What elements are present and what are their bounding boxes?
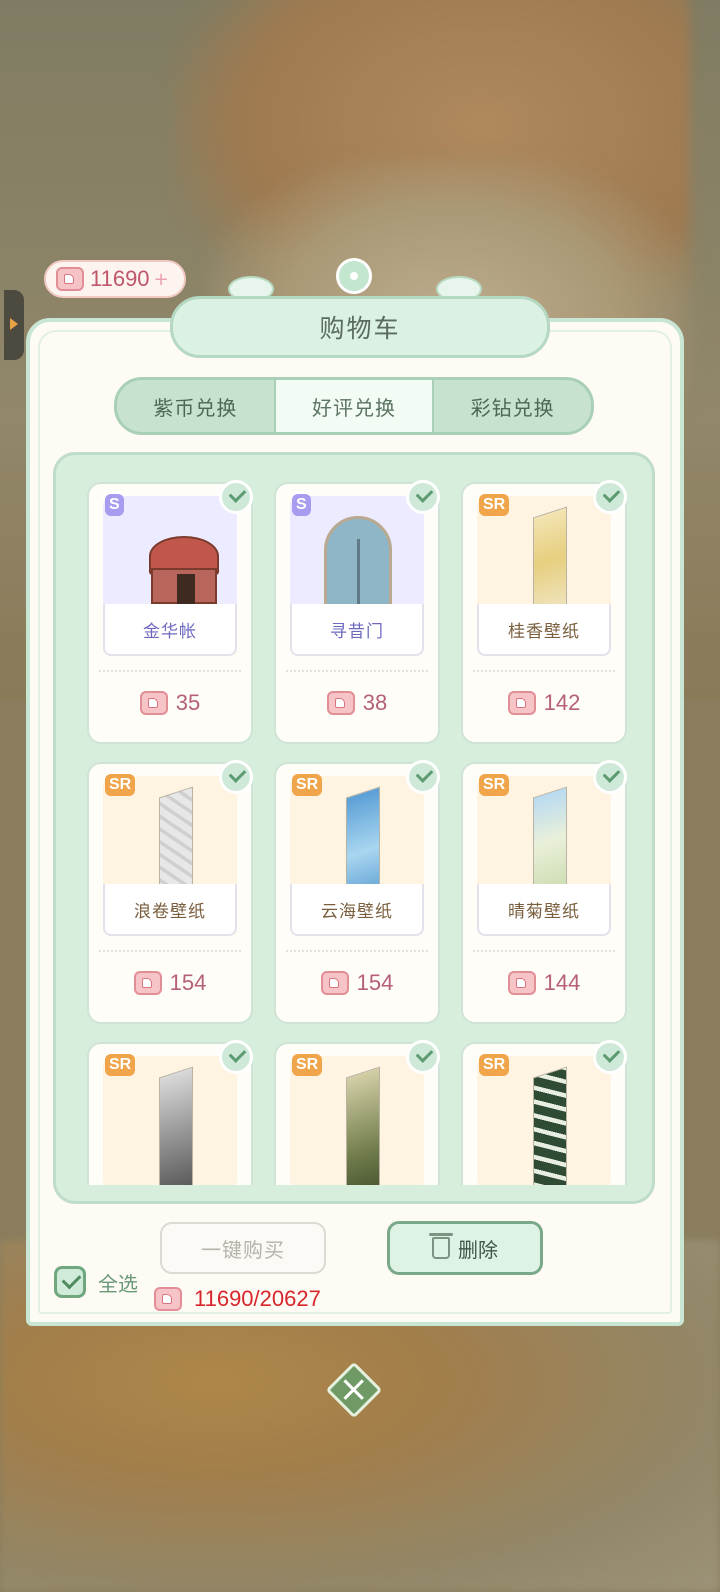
check-icon[interactable] [593, 760, 627, 794]
price-value: 142 [543, 690, 581, 715]
select-all-label: 全选 [98, 1271, 138, 1296]
check-icon[interactable] [406, 480, 440, 514]
rarity-badge: S [292, 494, 311, 516]
thumbs-up-icon [507, 971, 536, 995]
checkbox-checked-icon[interactable] [54, 1266, 86, 1298]
item-price: 154 [89, 970, 251, 996]
wallpaper-art [159, 1066, 193, 1185]
thumbs-up-icon [320, 971, 349, 995]
item-price: 144 [463, 970, 625, 996]
check-icon[interactable] [406, 1040, 440, 1074]
item-card[interactable]: SR [87, 1040, 253, 1185]
thumbs-up-icon [326, 691, 355, 715]
item-name: 晴菊壁纸 [508, 901, 580, 922]
select-all-checkbox[interactable]: 全选 [54, 1266, 138, 1298]
item-card[interactable]: 桂香壁纸 SR 142 [461, 480, 627, 744]
budget-value: 11690/20627 [194, 1286, 321, 1311]
price-value: 154 [356, 970, 394, 995]
delete-label: 删除 [458, 1237, 498, 1262]
rarity-badge: SR [479, 494, 510, 516]
item-card[interactable]: 晴菊壁纸 SR 144 [461, 760, 627, 1024]
wallpaper-art [346, 1066, 380, 1185]
price-value: 154 [169, 970, 207, 995]
item-card[interactable]: SR [461, 1040, 627, 1185]
rarity-badge: SR [479, 1054, 510, 1076]
price-value: 144 [543, 970, 581, 995]
thumbs-up-icon [133, 971, 162, 995]
thumbs-up-icon [139, 691, 168, 715]
item-price: 154 [276, 970, 438, 996]
page-title: 购物车 [319, 314, 401, 343]
item-card[interactable]: 金华帐 S 35 [87, 480, 253, 744]
tab-diamond[interactable]: 彩钻兑换 [434, 380, 591, 432]
item-name: 金华帐 [143, 621, 197, 642]
buy-all-button[interactable]: 一键购买 [160, 1222, 326, 1274]
side-expand-tab[interactable] [4, 290, 24, 360]
rarity-badge: SR [479, 774, 510, 796]
item-price: 38 [276, 690, 438, 716]
budget-display: 11690/20627 [154, 1286, 321, 1312]
wallpaper-art [533, 1066, 567, 1185]
rarity-badge: S [105, 494, 124, 516]
item-price: 35 [89, 690, 251, 716]
exchange-tabs: 紫币兑换 好评兑换 彩钻兑换 [114, 377, 594, 435]
trash-icon [429, 1233, 453, 1259]
item-card[interactable]: 云海壁纸 SR 154 [274, 760, 440, 1024]
delete-button[interactable]: 删除 [387, 1221, 543, 1275]
check-icon[interactable] [219, 760, 253, 794]
tent-art [133, 526, 233, 606]
check-icon[interactable] [219, 480, 253, 514]
item-card[interactable]: 浪卷壁纸 SR 154 [87, 760, 253, 1024]
item-card[interactable]: 寻昔门 S 38 [274, 480, 440, 744]
check-icon[interactable] [219, 1040, 253, 1074]
flower-ornament-icon [336, 258, 372, 294]
thumbs-up-icon [56, 267, 84, 291]
rarity-badge: SR [292, 774, 323, 796]
item-name: 寻昔门 [330, 621, 384, 642]
check-icon[interactable] [593, 480, 627, 514]
check-icon[interactable] [593, 1040, 627, 1074]
check-icon[interactable] [406, 760, 440, 794]
currency-display[interactable]: 11690 + [44, 260, 186, 298]
item-price: 142 [463, 690, 625, 716]
thumbs-up-icon [507, 691, 536, 715]
item-name: 桂香壁纸 [508, 621, 580, 642]
price-value: 35 [175, 690, 201, 715]
item-card[interactable]: SR [274, 1040, 440, 1185]
tab-good-review[interactable]: 好评兑换 [273, 380, 435, 432]
rarity-badge: SR [105, 1054, 136, 1076]
currency-value: 11690 [90, 266, 150, 291]
rarity-badge: SR [105, 774, 136, 796]
rarity-badge: SR [292, 1054, 323, 1076]
item-name: 云海壁纸 [321, 901, 393, 922]
tab-purple-coin[interactable]: 紫币兑换 [117, 380, 274, 432]
thumbs-up-icon [154, 1287, 182, 1311]
add-currency-icon[interactable]: + [154, 269, 169, 290]
title-banner: 购物车 [170, 296, 550, 358]
item-grid[interactable]: 金华帐 S 35 寻昔门 S 38 桂香壁纸 SR 142 浪卷壁纸 SR 15… [53, 452, 655, 1204]
item-name: 浪卷壁纸 [134, 901, 206, 922]
price-value: 38 [362, 690, 388, 715]
